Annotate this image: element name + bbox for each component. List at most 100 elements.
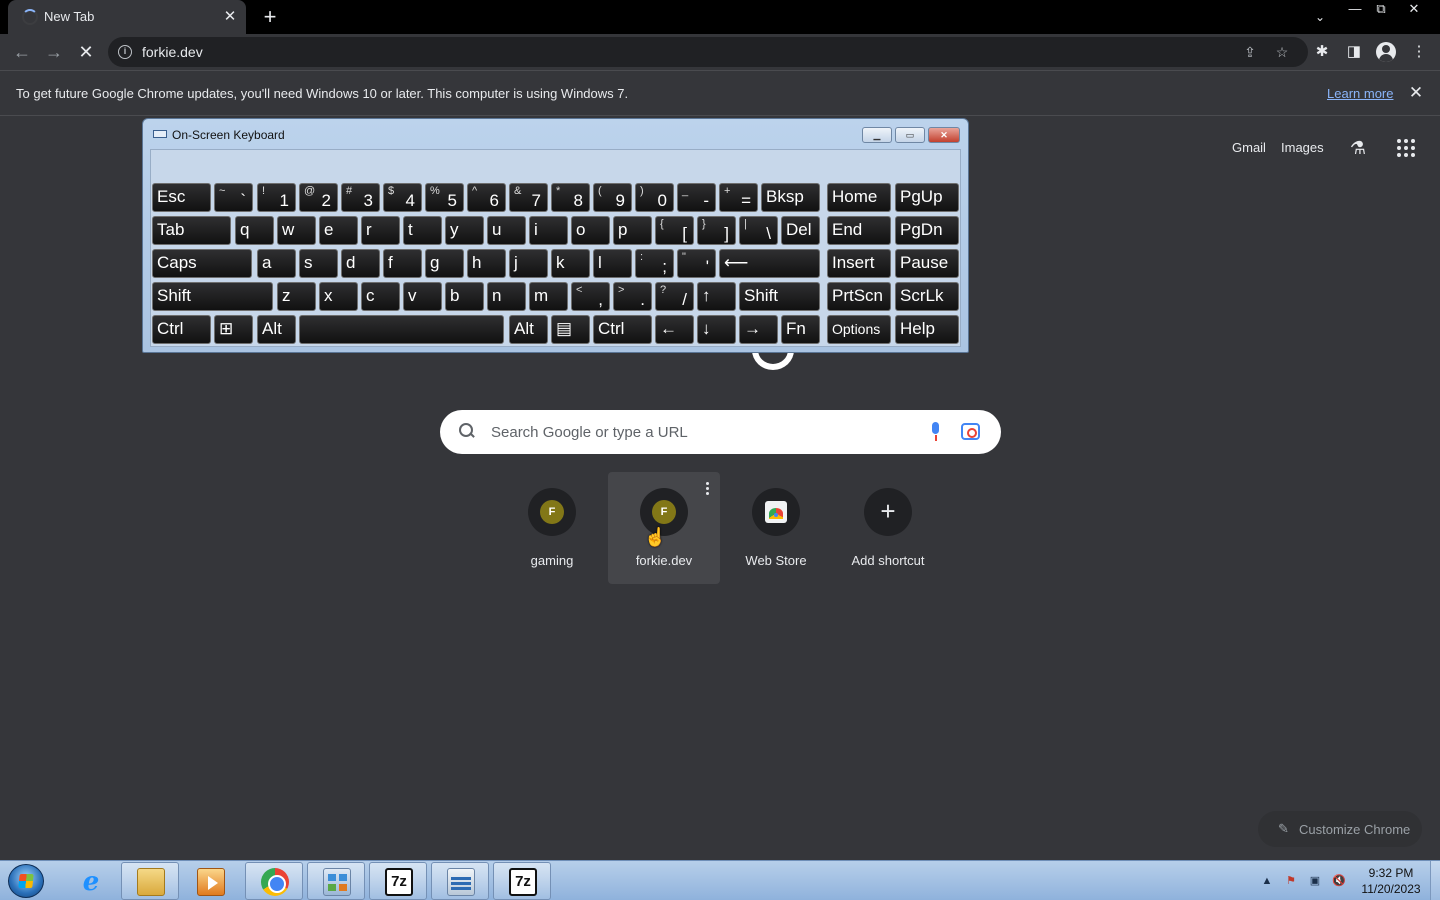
osk-key-del[interactable]: Del (781, 216, 820, 245)
osk-key-3[interactable]: #3 (341, 183, 380, 212)
clock[interactable]: 9:32 PM 11/20/2023 (1356, 865, 1426, 897)
osk-key--1-13[interactable]: | \ (739, 216, 778, 245)
minimize-button[interactable]: — (1343, 0, 1367, 18)
osk-minimize-button[interactable]: ▁ (862, 127, 892, 143)
control-panel-icon[interactable] (307, 862, 365, 900)
osk-key-h[interactable]: h (467, 249, 506, 278)
osk-maximize-button[interactable]: ▭ (895, 127, 925, 143)
osk-key-end[interactable]: End (827, 216, 891, 245)
osk-key-k[interactable]: k (551, 249, 590, 278)
osk-key-alt[interactable]: Alt (257, 315, 296, 344)
chrome-icon[interactable] (245, 862, 303, 900)
menu-icon[interactable]: ⋮ (1408, 41, 1430, 63)
osk-key--0-12[interactable]: _ - (677, 183, 716, 212)
7zip-icon[interactable]: 7z (369, 862, 427, 900)
osk-key-j[interactable]: j (509, 249, 548, 278)
gmail-link[interactable]: Gmail (1232, 140, 1266, 155)
extensions-icon[interactable]: ✱ (1311, 41, 1333, 63)
osk-key-insert[interactable]: Insert (827, 249, 891, 278)
osk-key-7[interactable]: & 7 (509, 183, 548, 212)
osk-close-button[interactable]: ✕ (928, 127, 960, 143)
media-player-icon[interactable] (181, 862, 239, 900)
osk-key-space[interactable] (299, 315, 504, 344)
back-button[interactable]: ← (10, 40, 34, 64)
osk-key-o[interactable]: o (571, 216, 610, 245)
learn-more-link[interactable]: Learn more (1327, 86, 1393, 101)
osk-key--4-1[interactable]: ⊞ (214, 315, 253, 344)
osk-key--2-10[interactable]: :; (635, 249, 674, 278)
osk-key-shift[interactable]: Shift (739, 282, 820, 311)
osk-key-s[interactable]: s (299, 249, 338, 278)
volume-muted-icon[interactable]: 🔇 (1331, 873, 1347, 889)
osk-key-p[interactable]: p (613, 216, 652, 245)
new-tab-button[interactable]: + (257, 4, 283, 30)
labs-flask-icon[interactable]: ⚗ (1346, 136, 1370, 160)
osk-key-scrlk[interactable]: ScrLk (895, 282, 959, 311)
osk-key--4-9[interactable]: → (739, 315, 778, 344)
osk-key-8[interactable]: * 8 (551, 183, 590, 212)
osk-key--2-12[interactable]: ⟵ (719, 249, 820, 278)
images-link[interactable]: Images (1281, 140, 1324, 155)
search-box[interactable]: Search Google or type a URL (440, 410, 1001, 454)
stop-loading-button[interactable]: ✕ (74, 40, 98, 64)
osk-key-z[interactable]: z (277, 282, 316, 311)
osk-key-m[interactable]: m (529, 282, 568, 311)
search-input[interactable]: Search Google or type a URL (491, 424, 688, 441)
osk-key-pgup[interactable]: PgUp (895, 183, 959, 212)
start-button[interactable] (8, 864, 44, 898)
address-bar[interactable]: i forkie.dev ⇪ ☆ (108, 37, 1308, 67)
lens-camera-icon[interactable] (961, 423, 980, 440)
osk-key-v[interactable]: v (403, 282, 442, 311)
osk-key--2-11[interactable]: " ' (677, 249, 716, 278)
osk-key--0-1[interactable]: ~ ` (214, 183, 253, 212)
osk-key-f[interactable]: f (383, 249, 422, 278)
action-center-flag-icon[interactable]: ⚑ (1283, 873, 1299, 889)
osk-key-ctrl[interactable]: Ctrl (152, 315, 211, 344)
osk-key-g[interactable]: g (425, 249, 464, 278)
tray-overflow-icon[interactable]: ▲ (1259, 873, 1275, 889)
osk-key-ctrl[interactable]: Ctrl (593, 315, 652, 344)
osk-key--3-8[interactable]: <, (571, 282, 610, 311)
osk-key-n[interactable]: n (487, 282, 526, 311)
osk-key-prtscn[interactable]: PrtScn (827, 282, 891, 311)
osk-key-4[interactable]: $4 (383, 183, 422, 212)
network-icon[interactable] (431, 862, 489, 900)
osk-key-tab[interactable]: Tab (152, 216, 231, 245)
7zip-icon[interactable]: 7z (493, 862, 551, 900)
osk-key--1-12[interactable]: }] (697, 216, 736, 245)
osk-key-t[interactable]: t (403, 216, 442, 245)
osk-key-caps[interactable]: Caps (152, 249, 252, 278)
osk-key-d[interactable]: d (341, 249, 380, 278)
infobar-close-button[interactable]: ✕ (1405, 82, 1427, 104)
osk-key--4-8[interactable]: ↓ (697, 315, 736, 344)
osk-key-a[interactable]: a (257, 249, 296, 278)
forward-button[interactable]: → (42, 40, 66, 64)
osk-key--3-9[interactable]: >. (613, 282, 652, 311)
osk-key--3-10[interactable]: ? / (655, 282, 694, 311)
profile-icon[interactable] (1376, 42, 1396, 62)
network-tray-icon[interactable]: ▣ (1307, 873, 1323, 889)
url-text[interactable]: forkie.dev (142, 44, 203, 60)
osk-key-q[interactable]: q (235, 216, 274, 245)
osk-key-u[interactable]: u (487, 216, 526, 245)
close-window-button[interactable]: ✕ (1402, 0, 1426, 18)
osk-key-options[interactable]: Options (827, 315, 891, 344)
osk-key-1[interactable]: ! 1 (257, 183, 296, 212)
osk-key--4-7[interactable]: ← (655, 315, 694, 344)
osk-titlebar[interactable]: On-Screen Keyboard ▁ ▭ ✕ (143, 119, 968, 149)
osk-key-bksp[interactable]: Bksp (761, 183, 820, 212)
shortcut-web-store[interactable]: Web Store (720, 472, 832, 584)
osk-key-shift[interactable]: Shift (152, 282, 273, 311)
voice-search-icon[interactable] (929, 422, 943, 442)
restore-button[interactable]: ⧉ (1369, 0, 1393, 18)
osk-key--0-13[interactable]: + = (719, 183, 758, 212)
osk-key-b[interactable]: b (445, 282, 484, 311)
share-icon[interactable]: ⇪ (1240, 42, 1260, 62)
shortcut-add[interactable]: + Add shortcut (832, 472, 944, 584)
osk-key-y[interactable]: y (445, 216, 484, 245)
internet-explorer-icon[interactable]: e (61, 862, 119, 900)
shortcut-gaming[interactable]: F gaming (496, 472, 608, 584)
osk-key-esc[interactable]: Esc (152, 183, 211, 212)
tab-new-tab[interactable]: New Tab ✕ (8, 0, 246, 34)
osk-key-l[interactable]: l (593, 249, 632, 278)
